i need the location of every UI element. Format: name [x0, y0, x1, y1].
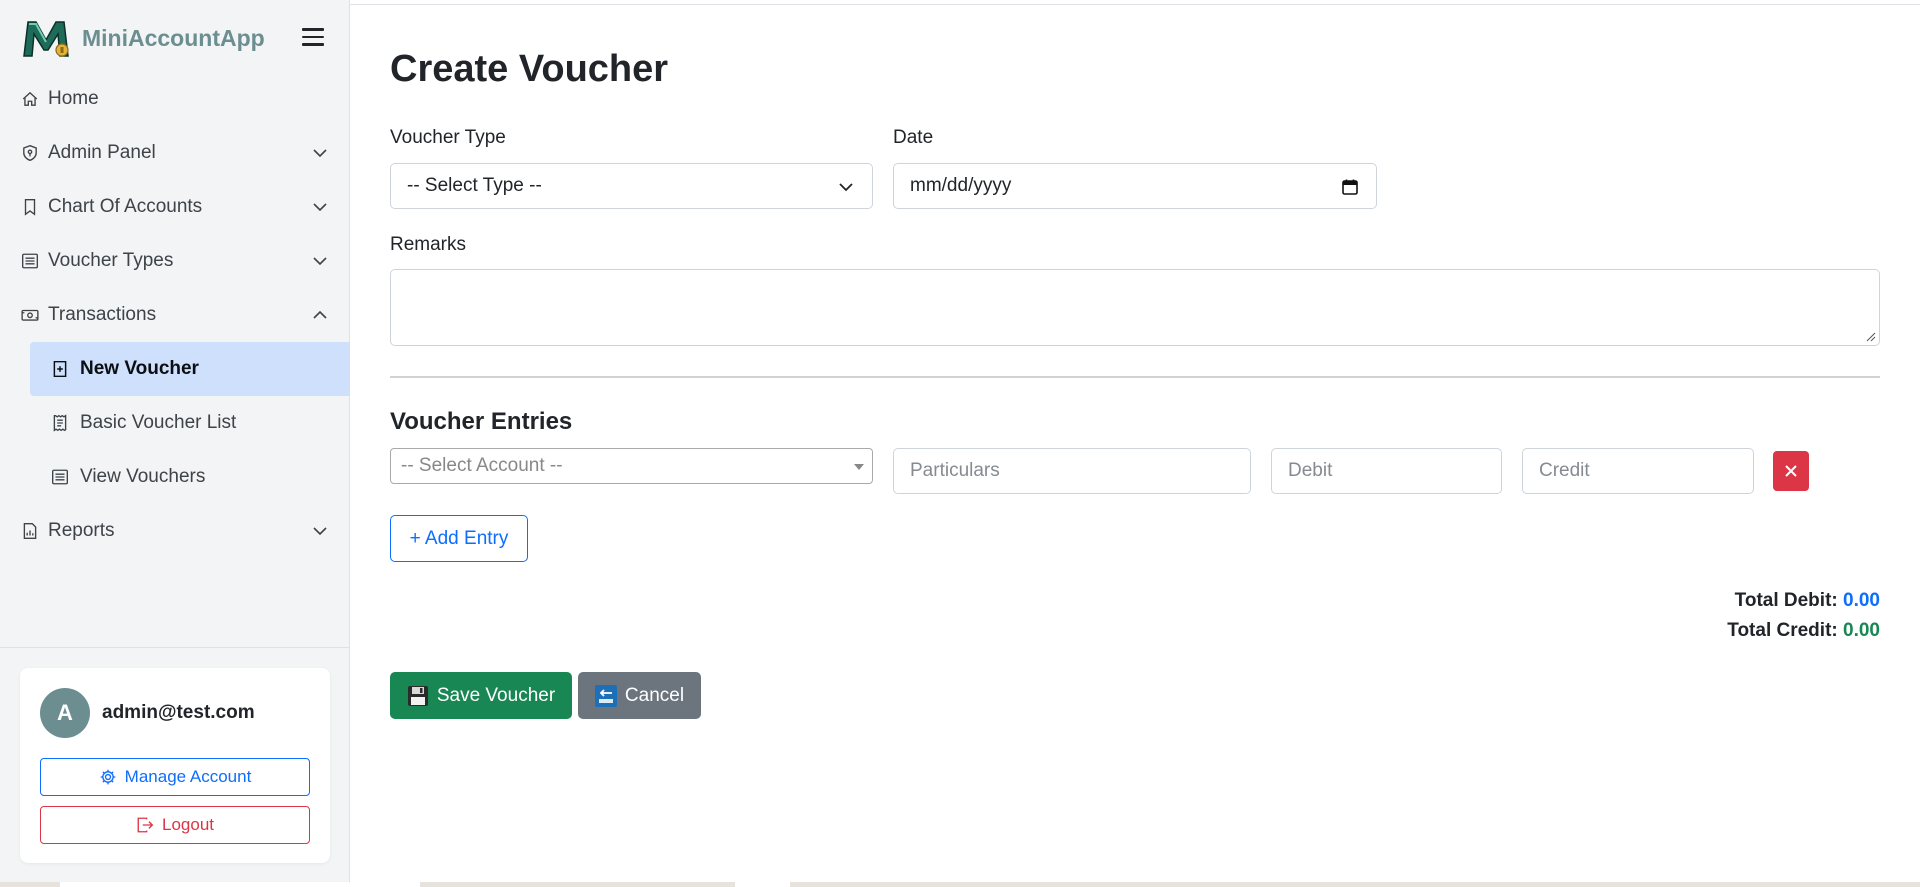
- manage-account-button[interactable]: Manage Account: [40, 758, 310, 796]
- receipt-icon: [50, 413, 70, 433]
- app-logo-icon: [23, 21, 69, 57]
- particulars-placeholder: Particulars: [910, 460, 1000, 481]
- menu-toggle-button[interactable]: [296, 22, 330, 52]
- sidebar-subitem-label: New Voucher: [80, 358, 199, 379]
- add-entry-button[interactable]: + Add Entry: [390, 515, 528, 562]
- calendar-icon[interactable]: [1340, 177, 1360, 197]
- account-placeholder: -- Select Account --: [401, 455, 563, 476]
- floppy-disk-icon: [407, 685, 429, 707]
- debit-placeholder: Debit: [1288, 460, 1333, 481]
- sidebar-subitem-new-voucher[interactable]: New Voucher: [30, 342, 350, 396]
- voucher-entries-title: Voucher Entries: [390, 408, 573, 435]
- sidebar-item-label: Admin Panel: [48, 142, 156, 163]
- total-debit-label: Total Debit:: [1734, 590, 1838, 611]
- home-icon: [20, 89, 40, 109]
- user-card: A admin@test.com Manage Account Logout: [20, 668, 330, 863]
- sidebar-subitem-label: View Vouchers: [80, 466, 206, 487]
- back-arrow-icon: [594, 684, 617, 707]
- logout-button[interactable]: Logout: [40, 806, 310, 844]
- remarks-label: Remarks: [390, 234, 467, 255]
- brand-name: MiniAccountApp: [82, 24, 265, 51]
- sidebar-item-transactions[interactable]: Transactions: [0, 288, 350, 342]
- sidebar-subitem-basic-voucher-list[interactable]: Basic Voucher List: [30, 396, 350, 450]
- file-plus-icon: [50, 359, 70, 379]
- voucher-type-label: Voucher Type: [390, 127, 506, 148]
- logout-icon: [136, 816, 154, 834]
- chevron-down-icon[interactable]: [310, 197, 330, 217]
- sidebar-subitem-view-vouchers[interactable]: View Vouchers: [30, 450, 350, 504]
- save-voucher-label: Save Voucher: [436, 684, 556, 706]
- save-voucher-button[interactable]: Save Voucher: [390, 672, 572, 719]
- avatar: A: [40, 688, 90, 738]
- sidebar-item-label: Voucher Types: [48, 250, 174, 271]
- sidebar-divider: [0, 647, 350, 648]
- remarks-textarea[interactable]: [390, 269, 1880, 346]
- list-icon: [20, 251, 40, 271]
- sidebar-item-label: Chart Of Accounts: [48, 196, 203, 217]
- manage-account-label: Manage Account: [124, 767, 252, 786]
- chevron-down-icon[interactable]: [310, 143, 330, 163]
- resize-grip-icon[interactable]: [1866, 332, 1876, 342]
- remove-entry-button[interactable]: [1773, 451, 1809, 491]
- total-credit-row: Total Credit: 0.00: [1727, 616, 1880, 646]
- totals: Total Debit: 0.00 Total Credit: 0.00: [1727, 586, 1880, 646]
- credit-placeholder: Credit: [1539, 460, 1590, 481]
- sidebar-item-admin-panel[interactable]: Admin Panel: [0, 126, 350, 180]
- total-credit-label: Total Credit:: [1727, 620, 1838, 641]
- chevron-up-icon[interactable]: [310, 305, 330, 325]
- sidebar-item-reports[interactable]: Reports: [0, 504, 350, 558]
- sidebar-item-home[interactable]: Home: [0, 72, 350, 126]
- chevron-down-icon: [839, 183, 853, 192]
- sidebar: MiniAccountApp Home Admin Panel Chart Of…: [0, 0, 350, 887]
- top-border: [350, 4, 1920, 5]
- logout-label: Logout: [162, 815, 214, 834]
- credit-input[interactable]: Credit: [1522, 448, 1754, 494]
- sidebar-item-label: Transactions: [48, 304, 157, 325]
- total-debit-value: 0.00: [1843, 590, 1880, 611]
- page-title: Create Voucher: [390, 48, 669, 90]
- date-label: Date: [893, 127, 934, 148]
- cancel-label: Cancel: [624, 684, 685, 706]
- voucher-type-value: -- Select Type --: [407, 175, 542, 196]
- total-debit-row: Total Debit: 0.00: [1727, 586, 1880, 616]
- bookmark-icon: [20, 197, 40, 217]
- bottom-strip: [0, 882, 1920, 887]
- user-email: admin@test.com: [102, 702, 255, 723]
- sidebar-subitem-label: Basic Voucher List: [80, 412, 237, 433]
- cash-icon: [20, 305, 40, 325]
- sidebar-item-chart-of-accounts[interactable]: Chart Of Accounts: [0, 180, 350, 234]
- shield-icon: [20, 143, 40, 163]
- section-divider: [390, 376, 1880, 378]
- cancel-button[interactable]: Cancel: [578, 672, 701, 719]
- close-icon: [1785, 465, 1797, 477]
- sidebar-nav: Home Admin Panel Chart Of Accounts Vouch…: [0, 72, 350, 558]
- voucher-type-select[interactable]: -- Select Type --: [390, 163, 873, 209]
- particulars-input[interactable]: Particulars: [893, 448, 1251, 494]
- chevron-down-icon[interactable]: [310, 521, 330, 541]
- chevron-down-icon[interactable]: [310, 251, 330, 271]
- gear-icon: [99, 768, 117, 786]
- brand[interactable]: MiniAccountApp: [20, 14, 330, 62]
- total-credit-value: 0.00: [1843, 620, 1880, 641]
- date-placeholder: mm/dd/yyyy: [910, 175, 1012, 196]
- debit-input[interactable]: Debit: [1271, 448, 1502, 494]
- dropdown-arrow-icon: [854, 464, 864, 470]
- sidebar-item-label: Reports: [48, 520, 115, 541]
- report-icon: [20, 521, 40, 541]
- account-select[interactable]: -- Select Account --: [390, 448, 873, 484]
- sidebar-item-label: Home: [48, 88, 99, 109]
- date-input[interactable]: mm/dd/yyyy: [893, 163, 1377, 209]
- list-icon: [50, 467, 70, 487]
- sidebar-item-voucher-types[interactable]: Voucher Types: [0, 234, 350, 288]
